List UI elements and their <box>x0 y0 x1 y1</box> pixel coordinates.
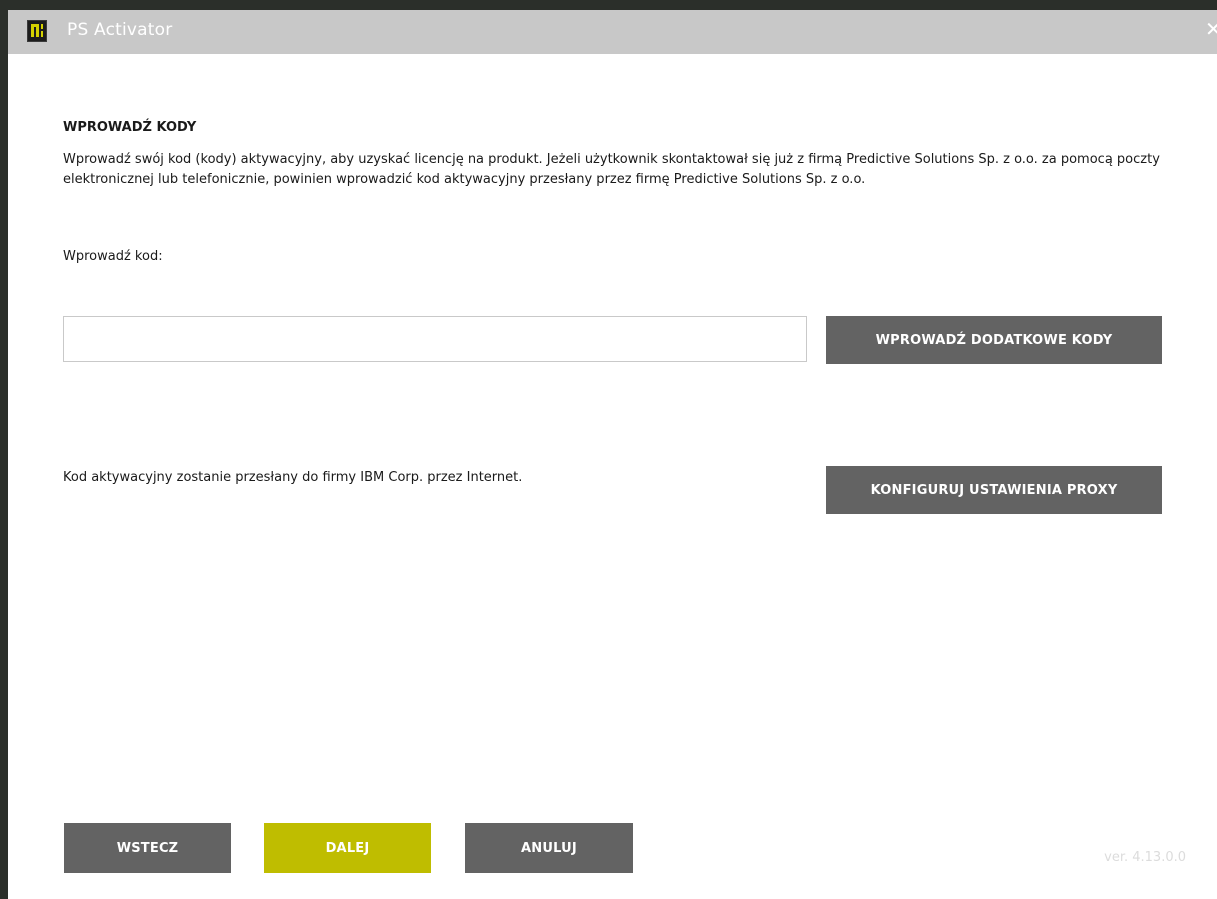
description-text: Wprowadź swój kod (kody) aktywacyjny, ab… <box>63 152 1160 187</box>
enter-more-codes-button[interactable]: WPROWADŹ DODATKOWE KODY <box>826 316 1162 364</box>
internet-notice-text: Kod aktywacyjny zostanie przesłany do fi… <box>63 470 523 485</box>
version-label: ver. 4.13.0.0 <box>1104 850 1186 865</box>
window-title: PS Activator <box>67 20 173 40</box>
title-bar[interactable]: PS Activator ✕ <box>8 10 1217 54</box>
close-icon[interactable]: ✕ <box>1205 17 1217 41</box>
configure-proxy-button[interactable]: KONFIGURUJ USTAWIENIA PROXY <box>826 466 1162 514</box>
back-button[interactable]: WSTECZ <box>64 823 231 873</box>
page-heading: WPROWADŹ KODY <box>63 120 197 135</box>
next-button[interactable]: DALEJ <box>264 823 431 873</box>
activator-window: PS Activator ✕ WPROWADŹ KODY Wprowadź sw… <box>8 10 1217 899</box>
app-logo-icon <box>27 20 47 42</box>
cancel-button[interactable]: ANULUJ <box>465 823 633 873</box>
activation-code-input[interactable] <box>63 316 807 362</box>
code-field-label: Wprowadź kod: <box>63 249 163 264</box>
